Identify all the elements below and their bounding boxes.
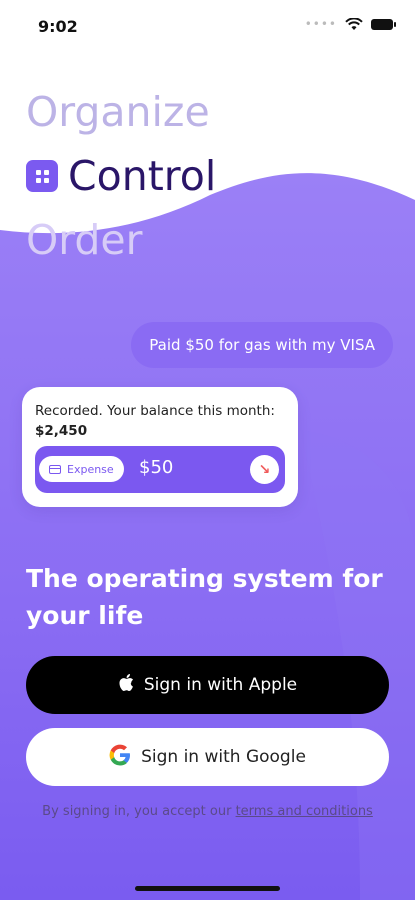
hero-word-order: Order <box>26 216 143 264</box>
card-icon <box>49 464 61 474</box>
user-message-bubble: Paid $50 for gas with my VISA <box>131 322 393 368</box>
sign-in-apple-button[interactable]: Sign in with Apple <box>26 656 389 714</box>
terms-link[interactable]: terms and conditions <box>236 804 373 819</box>
sign-in-apple-label: Sign in with Apple <box>143 675 298 695</box>
hero-word-control: Control <box>26 144 216 208</box>
reply-balance: $2,450 <box>35 423 88 439</box>
hero-words: Organize Control Order <box>26 80 216 272</box>
app-logo-icon <box>26 160 58 192</box>
apple-icon <box>118 673 134 697</box>
battery-icon <box>371 18 396 30</box>
legal-prefix: By signing in, you accept our <box>42 804 236 819</box>
signal-dots-icon: •••• <box>304 17 337 31</box>
expense-tag-label: Expense <box>67 462 114 476</box>
home-indicator <box>135 886 280 891</box>
status-icons: •••• <box>304 17 396 31</box>
expense-tag: Expense <box>39 456 124 482</box>
arrow-down-right-icon: ↘ <box>250 455 279 484</box>
sign-in-google-button[interactable]: Sign in with Google <box>26 728 389 786</box>
wifi-icon <box>345 17 363 31</box>
expense-strip: Expense $50 ↘ <box>35 446 285 493</box>
sign-in-google-label: Sign in with Google <box>141 747 306 767</box>
tagline: The operating system for your life <box>26 564 383 630</box>
hero-word-organize: Organize <box>26 88 210 136</box>
expense-amount: $50 <box>139 457 174 478</box>
status-time: 9:02 <box>38 17 78 36</box>
legal-notice: By signing in, you accept our terms and … <box>0 804 415 819</box>
status-bar: 9:02 •••• <box>0 0 415 50</box>
reply-prefix: Recorded. Your balance this month: <box>35 403 275 419</box>
hero-word-control-label: Control <box>68 152 217 200</box>
reply-text: Recorded. Your balance this month: $2,45… <box>35 401 285 441</box>
assistant-reply-card: Recorded. Your balance this month: $2,45… <box>22 387 298 507</box>
google-icon <box>109 744 131 771</box>
